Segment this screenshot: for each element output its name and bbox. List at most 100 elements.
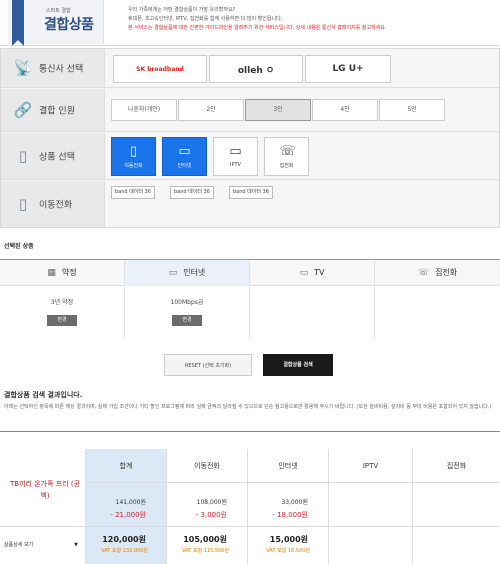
count-4[interactable]: 4인 <box>312 99 378 121</box>
phone-calc-cell <box>413 483 500 527</box>
logo-title: 결합상품 <box>44 17 94 33</box>
row-product: ▯ 상품 선택 ▯ 이동전화 ▭ 인터넷 ▭ IPTV ☏ 집전화 <box>1 133 499 180</box>
count-3[interactable]: 3인 <box>245 99 311 121</box>
internet-calc-cell: 33,000원 - 18,000원 <box>248 483 329 527</box>
phone-icon: ☏ <box>279 144 296 159</box>
logo: 스마트 결합 결합상품 <box>8 0 104 46</box>
selector-panel: 📡 통신사 선택 SK broadband olleh ㅇ LG U+ 🔗 결합… <box>0 48 500 228</box>
satellite-icon: 📡 <box>13 59 33 77</box>
product-internet-label: 인터넷 <box>177 163 192 169</box>
product-label-text: 상품 선택 <box>39 152 75 163</box>
mobile-vat: VAT 포함 115,500원 <box>182 548 229 554</box>
band-plan-1[interactable]: band 데이터 36 <box>111 186 155 199</box>
col-phone[interactable]: ☏ 집전화 <box>375 260 500 286</box>
col-tv-label: TV <box>314 268 325 277</box>
notice-line-1: 우리 가족에게는 어떤 결합상품이 가장 유리할까요? <box>128 7 236 13</box>
product-internet[interactable]: ▭ 인터넷 <box>162 137 207 176</box>
carrier-sk[interactable]: SK broadband <box>113 55 207 83</box>
result-title: 결합상품 검색 결과입니다. <box>4 391 83 399</box>
total-base: 141,000원 <box>115 499 146 506</box>
plan-name: TB끼리 온가족 프리 (공백) <box>9 480 80 500</box>
col-internet[interactable]: ▭ 인터넷 <box>125 260 250 286</box>
tv-icon: ▭ <box>229 144 242 159</box>
mobile-discount: - 3,000원 <box>195 511 227 519</box>
band-plan-3[interactable]: band 데이터 36 <box>229 186 273 199</box>
carrier-lgu[interactable]: LG U+ <box>305 55 391 83</box>
selected-contract: 3년 약정 변경 <box>0 287 125 339</box>
selected-header: ▦ 약정 ▭ 인터넷 ▭ TV ☏ 집전화 <box>0 260 500 286</box>
carrier-kt-label: olleh ㅇ <box>237 65 275 76</box>
carrier-sk-label: SK broadband <box>136 65 184 73</box>
product-phone[interactable]: ☏ 집전화 <box>264 137 309 176</box>
iptv-price-cell <box>329 527 413 564</box>
count-1[interactable]: 나혼자(개인) <box>111 99 177 121</box>
internet-discount: - 18,000원 <box>272 511 308 519</box>
phone-icon: ☏ <box>417 268 430 278</box>
count-2[interactable]: 2인 <box>178 99 244 121</box>
header-phone: 집전화 <box>413 449 500 483</box>
internet-value: 100Mbps급 <box>170 299 204 306</box>
row-mobile: ▯ 이동전화 band 데이터 36 band 데이터 36 band 데이터 … <box>1 181 499 227</box>
logo-subtitle: 스마트 결합 <box>46 8 71 14</box>
count-label-text: 결합 인원 <box>39 106 75 117</box>
carrier-label-text: 통신사 선택 <box>39 64 84 75</box>
reset-button[interactable]: RESET (선택 초기화) <box>164 354 252 376</box>
band-plan-2[interactable]: band 데이터 36 <box>170 186 214 199</box>
col-internet-label: 인터넷 <box>183 268 206 277</box>
notice-line-2: 휴대폰, 초고속인터넷, IPTV, 집전화를 함께 사용하면 더 많이 할인됩… <box>128 16 283 22</box>
internet-vat: VAT 포함 16,500원 <box>266 548 310 554</box>
link-icon: 🔗 <box>13 101 33 119</box>
calendar-icon: ▦ <box>47 268 56 278</box>
product-mobile-label: 이동전화 <box>124 163 143 169</box>
product-iptv[interactable]: ▭ IPTV <box>213 137 258 176</box>
carrier-label: 📡 통신사 선택 <box>1 49 105 87</box>
device-icon: ▯ <box>18 147 28 165</box>
iptv-calc-cell <box>329 483 413 527</box>
row-count: 🔗 결합 인원 나혼자(개인) 2인 3인 4인 5인 <box>1 89 499 132</box>
notice: 우리 가족에게는 어떤 결합상품이 가장 유리할까요? 휴대폰, 초고속인터넷,… <box>128 6 488 33</box>
col-tv[interactable]: ▭ TV <box>250 260 375 286</box>
mobile-label: ▯ 이동전화 <box>1 181 105 227</box>
total-price: 120,000원 <box>102 535 146 544</box>
search-button[interactable]: 결합상품 검색 <box>263 354 333 376</box>
product-label: ▯ 상품 선택 <box>1 133 105 179</box>
selected-title: 선택된 상품 <box>4 243 34 250</box>
product-mobile[interactable]: ▯ 이동전화 <box>111 137 156 176</box>
row-carrier: 📡 통신사 선택 SK broadband olleh ㅇ LG U+ <box>1 49 499 88</box>
header-iptv: IPTV <box>329 449 413 483</box>
col-contract[interactable]: ▦ 약정 <box>0 260 125 286</box>
change-contract-button[interactable]: 변경 <box>47 315 77 326</box>
col-phone-label: 집전화 <box>435 268 458 277</box>
carrier-lgu-label: LG U+ <box>332 64 364 74</box>
header-mobile: 이동전화 <box>167 449 248 483</box>
product-phone-label: 집전화 <box>279 163 294 169</box>
internet-base: 33,000원 <box>281 499 308 506</box>
mobile-icon: ▯ <box>18 195 28 213</box>
total-calc-cell: 141,000원 - 21,000원 <box>86 483 167 527</box>
selected-phone <box>375 287 500 339</box>
mobile-base: 108,000원 <box>196 499 227 506</box>
selected-tv <box>250 287 375 339</box>
selected-internet: 100Mbps급 변경 <box>125 287 250 339</box>
detail-select[interactable]: 상품상세 보기 ▼ <box>4 540 82 551</box>
contract-value: 3년 약정 <box>50 299 74 306</box>
phone-price-cell <box>413 527 500 564</box>
internet-price: 15,000원 <box>269 535 308 544</box>
carrier-kt[interactable]: olleh ㅇ <box>209 55 303 83</box>
chevron-down-icon: ▼ <box>74 542 78 548</box>
mobile-calc-cell: 108,000원 - 3,000원 <box>167 483 248 527</box>
mobile-price: 105,000원 <box>183 535 227 544</box>
internet-icon: ▭ <box>178 144 191 159</box>
total-discount: - 21,000원 <box>110 511 146 519</box>
selected-table: ▦ 약정 ▭ 인터넷 ▭ TV ☏ 집전화 3년 약정 변경 100Mbps급 변경 <box>0 259 500 339</box>
count-5[interactable]: 5인 <box>379 99 445 121</box>
total-price-cell: 120,000원 VAT 포함 132,000원 <box>86 527 167 564</box>
mobile-price-cell: 105,000원 VAT 포함 115,500원 <box>167 527 248 564</box>
change-internet-button[interactable]: 변경 <box>172 315 202 326</box>
count-label: 🔗 결합 인원 <box>1 89 105 131</box>
col-contract-label: 약정 <box>61 268 77 277</box>
notice-line-3: 본 서비스는 결합상품에 대한 간편한 가이드라인을 알려주기 위한 서비스입니… <box>128 25 387 31</box>
result-note: 아래는 선택하신 항목에 따른 예상 결과이며, 실제 가입 조건이나 기타 할… <box>4 404 492 410</box>
mobile-icon: ▯ <box>129 144 138 159</box>
mobile-label-text: 이동전화 <box>39 200 73 211</box>
